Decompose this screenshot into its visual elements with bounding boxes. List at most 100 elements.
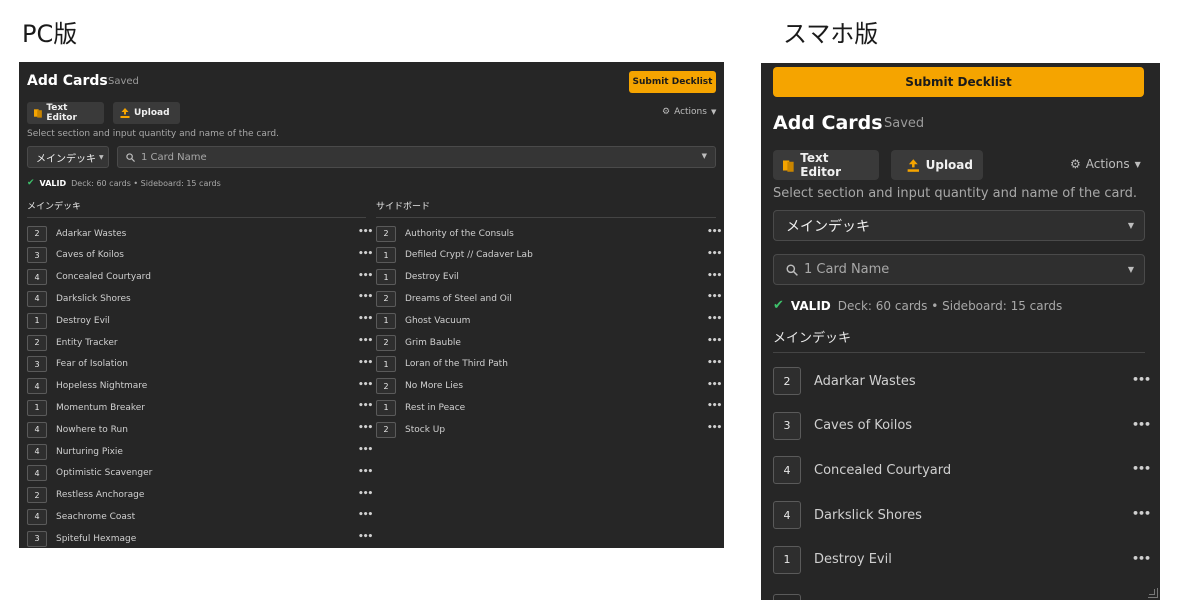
card-row[interactable]: 2 Dreams of Steel and Oil (376, 290, 512, 307)
card-search-input[interactable]: 1 Card Name ▼ (117, 146, 716, 168)
text-editor-button[interactable]: Text Editor (773, 150, 879, 180)
card-quantity[interactable]: 2 (376, 290, 396, 307)
more-icon[interactable]: ••• (1132, 507, 1151, 520)
more-icon[interactable]: ••• (358, 510, 373, 520)
card-row[interactable]: 2 Adarkar Wastes (27, 225, 126, 242)
card-quantity[interactable]: 1 (27, 399, 47, 416)
card-row[interactable]: 1 Destroy Evil (376, 269, 459, 286)
card-row[interactable]: 4 Darkslick Shores (773, 501, 922, 530)
card-quantity[interactable]: 2 (27, 487, 47, 504)
card-quantity[interactable]: 3 (27, 356, 47, 373)
card-quantity[interactable]: 2 (376, 225, 396, 242)
card-quantity[interactable]: 1 (376, 247, 396, 264)
card-row[interactable]: 2 Restless Anchorage (27, 487, 144, 504)
more-icon[interactable]: ••• (707, 358, 722, 368)
card-quantity[interactable]: 1 (27, 312, 47, 329)
more-icon[interactable]: ••• (707, 336, 722, 346)
card-quantity[interactable]: 3 (773, 411, 801, 440)
card-row[interactable]: 4 Darkslick Shores (27, 290, 131, 307)
card-row[interactable]: 4 Concealed Courtyard (773, 456, 951, 485)
card-quantity[interactable]: 4 (27, 269, 47, 286)
card-row[interactable]: 1 Defiled Crypt // Cadaver Lab (376, 247, 533, 264)
card-quantity[interactable]: 4 (27, 421, 47, 438)
card-quantity[interactable]: 1 (376, 312, 396, 329)
more-icon[interactable]: ••• (707, 249, 722, 259)
card-quantity[interactable]: 3 (27, 247, 47, 264)
card-row[interactable]: 1 Destroy Evil (773, 545, 892, 574)
upload-button[interactable]: Upload (113, 102, 180, 124)
card-row[interactable]: 1 Destroy Evil (27, 312, 110, 329)
more-icon[interactable]: ••• (358, 489, 373, 499)
submit-decklist-button[interactable]: Submit Decklist (773, 67, 1144, 97)
card-row[interactable]: 2 Stock Up (376, 421, 445, 438)
more-icon[interactable]: ••• (707, 227, 722, 237)
more-icon[interactable]: ••• (358, 401, 373, 411)
more-icon[interactable]: ••• (358, 227, 373, 237)
more-icon[interactable]: ••• (358, 532, 373, 542)
resize-handle[interactable] (1148, 588, 1158, 598)
card-quantity[interactable]: 1 (376, 269, 396, 286)
card-row[interactable]: 1 Ghost Vacuum (376, 312, 470, 329)
card-quantity[interactable]: 4 (27, 508, 47, 525)
actions-menu[interactable]: ⚙ Actions ▼ (662, 107, 716, 117)
upload-button[interactable]: Upload (891, 150, 983, 180)
text-editor-button[interactable]: Text Editor (27, 102, 104, 124)
card-row[interactable]: 2 Adarkar Wastes (773, 367, 916, 395)
card-row[interactable]: 3 Caves of Koilos (773, 411, 912, 440)
card-quantity[interactable]: 1 (376, 399, 396, 416)
card-quantity[interactable]: 2 (773, 367, 801, 395)
card-quantity[interactable]: 2 (27, 334, 47, 351)
more-icon[interactable]: ••• (358, 423, 373, 433)
more-icon[interactable]: ••• (358, 271, 373, 281)
card-row[interactable]: 4 Nowhere to Run (27, 421, 128, 438)
card-row[interactable]: 4 Hopeless Nightmare (27, 378, 147, 395)
more-icon[interactable]: ••• (1132, 418, 1151, 431)
card-quantity[interactable]: 4 (27, 290, 47, 307)
card-row[interactable]: 4 Seachrome Coast (27, 508, 135, 525)
more-icon[interactable]: ••• (1132, 552, 1151, 565)
card-quantity[interactable]: 2 (27, 225, 47, 242)
card-quantity[interactable]: 4 (27, 465, 47, 482)
more-icon[interactable]: ••• (358, 445, 373, 455)
more-icon[interactable]: ••• (358, 358, 373, 368)
card-row[interactable]: 1 Momentum Breaker (27, 399, 145, 416)
more-icon[interactable]: ••• (1132, 373, 1151, 386)
card-quantity[interactable]: 4 (27, 378, 47, 395)
card-quantity[interactable]: 4 (773, 456, 801, 485)
more-icon[interactable]: ••• (707, 314, 722, 324)
more-icon[interactable]: ••• (707, 292, 722, 302)
section-select[interactable]: メインデッキ ▼ (27, 146, 109, 168)
more-icon[interactable]: ••• (707, 401, 722, 411)
card-row[interactable]: 2 No More Lies (376, 378, 463, 395)
card-row[interactable]: 3 Fear of Isolation (27, 356, 128, 373)
more-icon[interactable]: ••• (707, 271, 722, 281)
more-icon[interactable]: ••• (358, 336, 373, 346)
card-quantity[interactable]: 2 (376, 421, 396, 438)
submit-decklist-button[interactable]: Submit Decklist (629, 71, 716, 93)
card-search-input[interactable]: 1 Card Name ▼ (773, 254, 1145, 285)
more-icon[interactable]: ••• (358, 249, 373, 259)
card-row[interactable]: 2 Grim Bauble (376, 334, 461, 351)
card-quantity[interactable]: 4 (27, 443, 47, 460)
card-row[interactable]: 4 Nurturing Pixie (27, 443, 123, 460)
more-icon[interactable]: ••• (1132, 462, 1151, 475)
actions-menu[interactable]: ⚙ Actions ▼ (1070, 157, 1141, 171)
card-quantity[interactable]: 2 (376, 378, 396, 395)
card-row[interactable]: 1 Loran of the Third Path (376, 356, 508, 373)
card-row[interactable]: 4 Concealed Courtyard (27, 269, 151, 286)
card-quantity[interactable]: 1 (376, 356, 396, 373)
card-quantity[interactable]: 1 (773, 545, 801, 574)
card-row[interactable]: 3 Spiteful Hexmage (27, 530, 136, 547)
more-icon[interactable]: ••• (358, 292, 373, 302)
card-row[interactable]: 3 Caves of Koilos (27, 247, 124, 264)
more-icon[interactable]: ••• (358, 314, 373, 324)
section-select[interactable]: メインデッキ ▼ (773, 210, 1145, 241)
more-icon[interactable]: ••• (358, 467, 373, 477)
more-icon[interactable]: ••• (707, 423, 722, 433)
card-quantity[interactable]: 4 (773, 501, 801, 530)
card-quantity[interactable]: 2 (376, 334, 396, 351)
card-row[interactable]: 4 Optimistic Scavenger (27, 465, 152, 482)
card-quantity[interactable]: 3 (27, 530, 47, 547)
more-icon[interactable]: ••• (358, 380, 373, 390)
card-row[interactable]: 1 Rest in Peace (376, 399, 465, 416)
